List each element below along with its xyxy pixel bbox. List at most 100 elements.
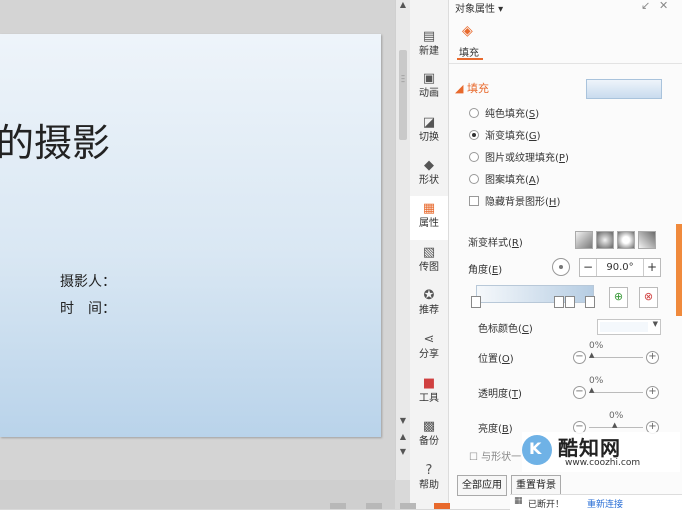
radio-pattern-fill[interactable]: 图案填充(A)	[469, 171, 540, 187]
angle-label: 角度(E)	[468, 261, 502, 276]
angle-value[interactable]: 90.0°	[597, 259, 643, 276]
gradient-bar[interactable]	[476, 285, 594, 303]
photographer-field[interactable]: 摄影人：	[60, 271, 116, 291]
pin-icon[interactable]: ↙	[641, 0, 650, 12]
scroll-up-button[interactable]: ▲	[396, 0, 410, 9]
slider-plus-button[interactable]: +	[646, 351, 659, 364]
reset-background-button[interactable]: 重置背景	[511, 475, 561, 496]
taskbar-item[interactable]	[400, 503, 416, 509]
tab-new[interactable]: ▤ 新建	[410, 24, 448, 68]
section-fill-header[interactable]: ◢ 填充	[455, 80, 489, 96]
tab-help[interactable]: ? 帮助	[410, 458, 448, 502]
gradient-stop[interactable]	[554, 296, 564, 308]
slide-title[interactable]: 的摄影	[0, 112, 110, 167]
scroll-down-button[interactable]: ▼	[396, 416, 410, 425]
close-icon[interactable]: ✕	[659, 0, 668, 12]
scrollbar-thumb[interactable]	[399, 50, 407, 140]
tab-backup[interactable]: ▩ 备份	[410, 414, 448, 458]
label-end: )	[509, 354, 514, 365]
watermark-name: 酷知网	[558, 436, 621, 460]
gradient-style-linear[interactable]	[575, 231, 593, 249]
slider-plus-button[interactable]: +	[646, 386, 659, 399]
taskbar-item[interactable]	[434, 503, 450, 509]
watermark-logo-letter: K	[529, 439, 542, 458]
tab-label: 帮助	[419, 480, 439, 491]
tab-label: 切换	[419, 132, 439, 143]
gradient-style-path[interactable]	[638, 231, 656, 249]
reconnect-link[interactable]: 重新连接	[587, 497, 623, 510]
stop-color-dropdown[interactable]: ▼	[597, 319, 661, 335]
rotate-with-shape-checkbox[interactable]: ☐ 与形状一	[469, 448, 521, 463]
toolbox-icon: ■	[422, 376, 436, 391]
slider-minus-button[interactable]: −	[573, 351, 586, 364]
gradient-style-radial[interactable]	[596, 231, 614, 249]
option-label: 图片或纹理填充(	[485, 153, 559, 164]
slider-track[interactable]	[589, 392, 643, 393]
checkbox-hide-background[interactable]: 隐藏背景图形(H)	[469, 193, 560, 209]
label-text: 渐变样式(	[468, 238, 512, 249]
tab-fill[interactable]: 填充	[459, 44, 479, 59]
vertical-scrollbar[interactable]: ▲ – – – ▼ ▲ ▼	[395, 0, 410, 480]
radio-solid-fill[interactable]: 纯色填充(S)	[469, 105, 539, 121]
radio-picture-fill[interactable]: 图片或纹理填充(P)	[469, 149, 569, 165]
angle-dial[interactable]	[552, 258, 570, 276]
slider-thumb[interactable]: ▲	[589, 351, 594, 359]
slide-canvas: 的摄影 摄影人： 时 间：	[0, 0, 395, 509]
option-label: 纯色填充(	[485, 109, 529, 120]
gradient-stop-start[interactable]	[471, 296, 481, 308]
delete-gradient-stop-button[interactable]: ⊗	[639, 287, 658, 308]
option-label-end: )	[556, 197, 561, 208]
slider-thumb[interactable]: ▲	[589, 386, 594, 394]
fill-preview-swatch[interactable]	[586, 79, 662, 99]
gradient-style-rectangular[interactable]	[617, 231, 635, 249]
panel-title[interactable]: 对象属性 ▾	[455, 0, 503, 15]
increment-button[interactable]: +	[643, 259, 660, 276]
taskbar-item[interactable]	[366, 503, 382, 509]
apply-all-button[interactable]: 全部应用	[457, 475, 507, 496]
gradient-stop[interactable]	[565, 296, 575, 308]
decrement-button[interactable]: −	[580, 259, 597, 276]
gradient-stop-end[interactable]	[585, 296, 595, 308]
tab-recommend[interactable]: ✪ 推荐	[410, 283, 448, 327]
tab-label: 备份	[419, 436, 439, 447]
add-gradient-stop-button[interactable]: ⊕	[609, 287, 628, 308]
radio-button[interactable]	[469, 174, 479, 184]
watermark-url: www.coozhi.com	[565, 458, 641, 468]
tab-share[interactable]: ⋖ 分享	[410, 327, 448, 371]
new-document-icon: ▤	[422, 29, 436, 44]
slider-value: 0%	[589, 376, 604, 386]
accel-key: G	[528, 131, 537, 142]
radio-button-selected[interactable]	[469, 130, 479, 140]
transparency-slider[interactable]: − ▲ 0% +	[573, 376, 659, 403]
transparency-label: 透明度(T)	[478, 385, 522, 400]
stop-color-label: 色标颜色(C)	[478, 320, 533, 335]
angle-stepper[interactable]: − 90.0° +	[579, 258, 661, 277]
radio-button[interactable]	[469, 108, 479, 118]
tab-upload-image[interactable]: ▧ 传图	[410, 240, 448, 284]
divider	[449, 63, 682, 64]
slider-thumb[interactable]: ▲	[612, 421, 617, 429]
slide[interactable]: 的摄影 摄影人： 时 间：	[0, 34, 381, 437]
position-slider[interactable]: − ▲ 0% +	[573, 341, 659, 368]
time-field[interactable]: 时 间：	[60, 298, 116, 318]
option-label: 图案填充(	[485, 175, 529, 186]
radio-button[interactable]	[469, 152, 479, 162]
checkbox[interactable]	[469, 196, 479, 206]
qr-code-icon: ▦	[514, 496, 523, 506]
page-down-button[interactable]: ▼	[396, 447, 410, 456]
taskbar-item[interactable]	[330, 503, 346, 509]
tab-transition[interactable]: ◪ 切换	[410, 110, 448, 154]
accel-key: R	[511, 238, 519, 249]
option-label: 渐变填充(	[485, 131, 529, 142]
slider-minus-button[interactable]: −	[573, 386, 586, 399]
radio-gradient-fill[interactable]: 渐变填充(G)	[469, 127, 541, 143]
tab-tools[interactable]: ■ 工具	[410, 371, 448, 415]
tab-animation[interactable]: ▣ 动画	[410, 66, 448, 110]
slider-track[interactable]	[589, 357, 643, 358]
tab-shapes[interactable]: ◆ 形状	[410, 153, 448, 197]
panel-collapse-handle[interactable]	[676, 224, 682, 316]
tab-properties[interactable]: ▦ 属性	[410, 196, 448, 240]
recommend-icon: ✪	[423, 288, 435, 303]
page-up-button[interactable]: ▲	[396, 432, 410, 441]
paint-bucket-icon[interactable]: ◈	[462, 23, 473, 39]
